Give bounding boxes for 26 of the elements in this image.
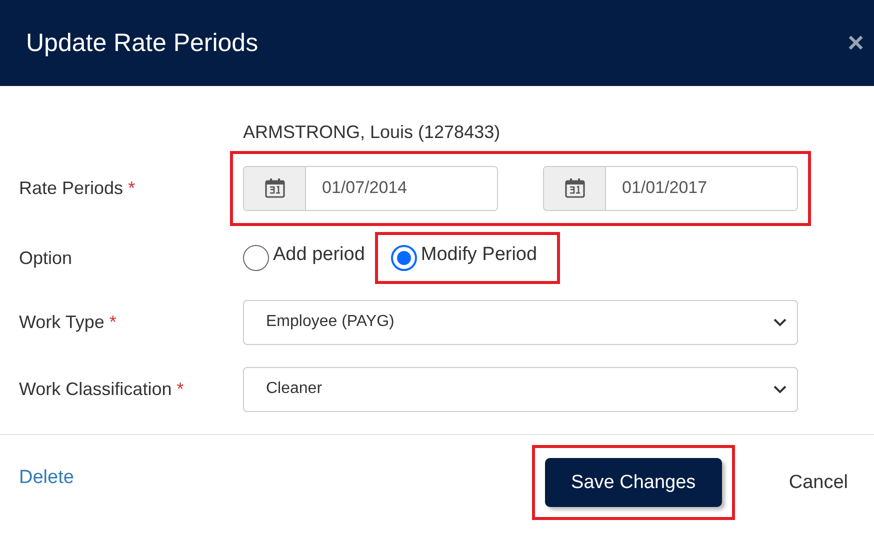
calendar-button[interactable] [244, 166, 306, 210]
chevron-down-icon [773, 318, 787, 326]
field-label: Work Type * [19, 312, 118, 332]
field-label: Work Classification * [19, 378, 185, 400]
employee-name: ARMSTRONG, Louis (1278433) [243, 122, 502, 144]
calendar-icon [264, 177, 286, 199]
calendar-button[interactable] [544, 166, 606, 210]
radio-option[interactable]: Add period [243, 245, 365, 271]
save-changes-button[interactable]: Save Changes [544, 458, 722, 507]
calendar-icon [564, 177, 586, 199]
radio-label: Add period [273, 244, 365, 266]
delete-link[interactable]: Delete [19, 466, 74, 488]
close-button[interactable]: × [848, 29, 864, 57]
field-label: Option [19, 248, 74, 268]
field-label: Rate Periods * [19, 178, 136, 198]
start-date-field[interactable]: 01/07/2014 [243, 166, 498, 210]
radio-option[interactable]: Modify Period [390, 245, 538, 271]
chevron-down-icon [773, 384, 787, 394]
cancel-button[interactable]: Cancel [782, 470, 854, 494]
radio-button[interactable] [243, 245, 269, 271]
dialog-title: Update Rate Periods [26, 28, 258, 58]
end-date-field[interactable]: 01/01/2017 [543, 166, 798, 210]
work-type-select[interactable]: Employee (PAYG) [243, 300, 798, 344]
work-classification-select[interactable]: Cleaner [243, 366, 798, 412]
radio-button[interactable] [390, 245, 417, 271]
radio-label: Modify Period [420, 244, 538, 266]
